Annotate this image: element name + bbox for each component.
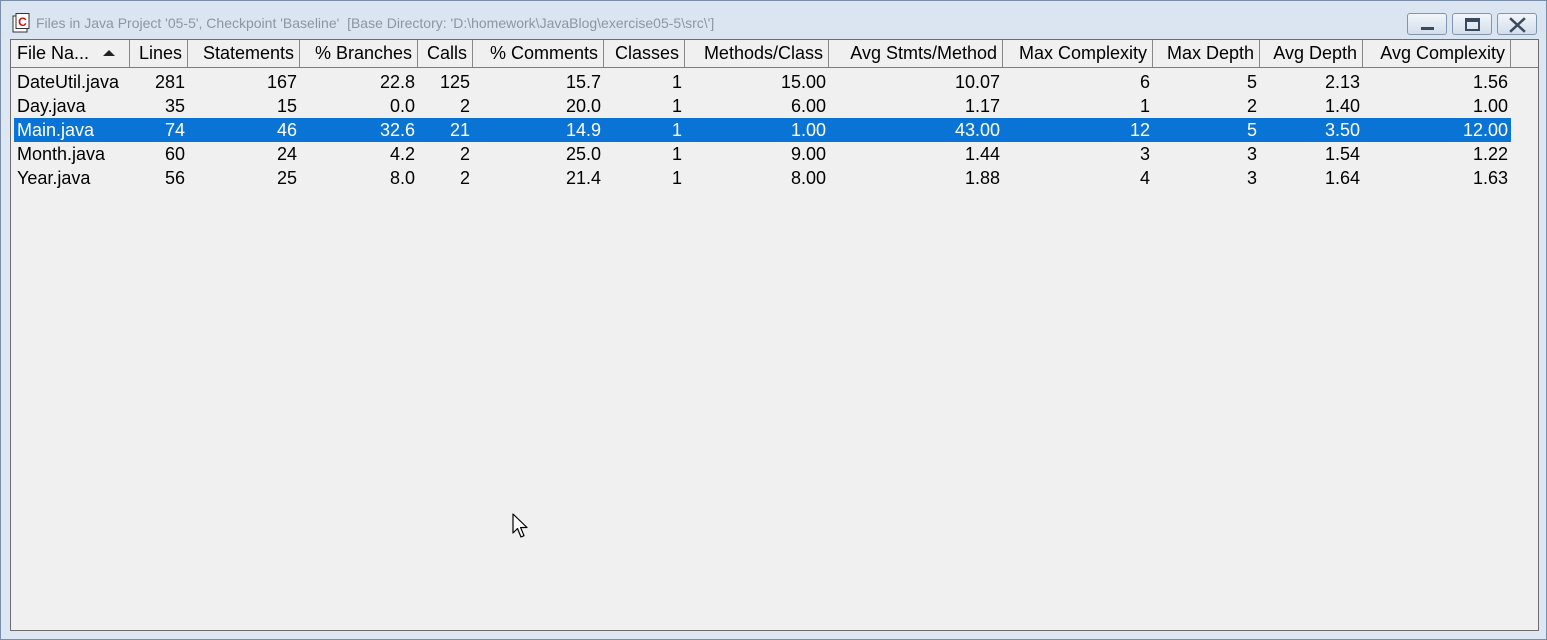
app-c-icon: C (12, 13, 30, 33)
cell-max-depth: 5 (1246, 72, 1257, 92)
column-header-branches[interactable]: % Branches (300, 40, 418, 67)
column-header-avg-complexity[interactable]: Avg Complexity (1363, 40, 1511, 67)
cell-calls: 2 (459, 144, 470, 164)
cell-avg-stmts-per-method: 1.88 (964, 168, 1000, 188)
cell-avg-depth: 2.13 (1324, 72, 1360, 92)
cell-max-complexity: 6 (1139, 72, 1150, 92)
cell-classes: 1 (671, 144, 682, 164)
cell-methods-per-class: 6.00 (790, 96, 826, 116)
cell-avg-complexity: 1.56 (1472, 72, 1508, 92)
cell-comments: 20.0 (565, 96, 601, 116)
cell-max-depth: 3 (1246, 144, 1257, 164)
cell-branches: 0.0 (389, 96, 415, 116)
cell-classes: 1 (671, 72, 682, 92)
cell-comments: 14.9 (565, 120, 601, 140)
cell-comments: 25.0 (565, 144, 601, 164)
file-metrics-table: File Na... Lines Statements % Branches C… (10, 39, 1539, 631)
column-header-avg-stmts-per-method[interactable]: Avg Stmts/Method (829, 40, 1003, 67)
cell-classes: 1 (671, 168, 682, 188)
table-row[interactable]: Year.java 56 25 8.0 2 21.4 1 8.00 1.88 4… (14, 166, 1511, 190)
column-header-methods-per-class[interactable]: Methods/Class (685, 40, 829, 67)
table-header: File Na... Lines Statements % Branches C… (11, 40, 1538, 68)
column-header-max-complexity[interactable]: Max Complexity (1003, 40, 1153, 67)
close-icon (1509, 17, 1526, 33)
column-header-classes[interactable]: Classes (604, 40, 685, 67)
cell-avg-depth: 1.64 (1324, 168, 1360, 188)
cell-avg-complexity: 1.22 (1472, 144, 1508, 164)
cell-avg-depth: 3.50 (1324, 120, 1360, 140)
table-row[interactable]: Day.java 35 15 0.0 2 20.0 1 6.00 1.17 1 … (14, 94, 1511, 118)
column-header-file-name[interactable]: File Na... (11, 40, 130, 67)
cell-avg-complexity: 12.00 (1462, 120, 1508, 140)
cell-methods-per-class: 1.00 (790, 120, 826, 140)
column-header-avg-depth[interactable]: Avg Depth (1260, 40, 1363, 67)
cell-lines: 35 (164, 96, 185, 116)
cell-max-complexity: 4 (1139, 168, 1150, 188)
column-header-calls[interactable]: Calls (418, 40, 473, 67)
cell-branches: 22.8 (379, 72, 415, 92)
minimize-button[interactable] (1407, 13, 1447, 35)
cell-file-name: Main.java (17, 120, 95, 140)
maximize-button[interactable] (1452, 13, 1492, 35)
maximize-icon (1465, 18, 1480, 31)
mouse-cursor-icon (512, 513, 528, 538)
cell-avg-stmts-per-method: 43.00 (954, 120, 1000, 140)
svg-text:C: C (18, 15, 27, 29)
cell-calls: 125 (439, 72, 470, 92)
cell-branches: 8.0 (389, 168, 415, 188)
cell-methods-per-class: 9.00 (790, 144, 826, 164)
cell-statements: 15 (276, 96, 297, 116)
cell-branches: 32.6 (379, 120, 415, 140)
cell-avg-complexity: 1.63 (1472, 168, 1508, 188)
cell-avg-stmts-per-method: 1.44 (964, 144, 1000, 164)
cell-avg-stmts-per-method: 10.07 (954, 72, 1000, 92)
cell-file-name: Day.java (17, 96, 86, 116)
cell-lines: 74 (164, 120, 185, 140)
cell-max-depth: 3 (1246, 168, 1257, 188)
cell-classes: 1 (671, 120, 682, 140)
cell-comments: 15.7 (565, 72, 601, 92)
window-title: Files in Java Project '05-5', Checkpoint… (36, 15, 715, 31)
cell-avg-depth: 1.54 (1324, 144, 1360, 164)
cell-methods-per-class: 15.00 (780, 72, 826, 92)
column-header-statements[interactable]: Statements (188, 40, 300, 67)
cell-avg-depth: 1.40 (1324, 96, 1360, 116)
cell-file-name: Year.java (17, 168, 91, 188)
cell-comments: 21.4 (565, 168, 601, 188)
table-row-selected[interactable]: Main.java 74 46 32.6 21 14.9 1 1.00 43.0… (14, 118, 1511, 142)
cell-statements: 25 (276, 168, 297, 188)
cell-classes: 1 (671, 96, 682, 116)
cell-lines: 56 (164, 168, 185, 188)
cell-file-name: Month.java (17, 144, 106, 164)
cell-lines: 281 (154, 72, 185, 92)
cell-max-complexity: 12 (1129, 120, 1150, 140)
cell-max-depth: 5 (1246, 120, 1257, 140)
cell-methods-per-class: 8.00 (790, 168, 826, 188)
title-bar[interactable]: C Files in Java Project '05-5', Checkpoi… (1, 1, 1546, 39)
close-button[interactable] (1497, 13, 1537, 35)
cell-statements: 24 (276, 144, 297, 164)
cell-statements: 46 (276, 120, 297, 140)
cell-calls: 2 (459, 168, 470, 188)
cell-avg-complexity: 1.00 (1472, 96, 1508, 116)
column-header-comments[interactable]: % Comments (473, 40, 604, 67)
cell-avg-stmts-per-method: 1.17 (964, 96, 1000, 116)
cell-statements: 167 (266, 72, 297, 92)
cell-lines: 60 (164, 144, 185, 164)
cell-max-complexity: 3 (1139, 144, 1150, 164)
cell-max-depth: 2 (1246, 96, 1257, 116)
files-window: C Files in Java Project '05-5', Checkpoi… (0, 0, 1547, 640)
cell-branches: 4.2 (389, 144, 415, 164)
cell-file-name: DateUtil.java (17, 72, 120, 92)
sort-ascending-icon (103, 50, 115, 56)
minimize-icon (1421, 27, 1434, 30)
cell-calls: 2 (459, 96, 470, 116)
column-header-lines[interactable]: Lines (130, 40, 188, 67)
column-header-max-depth[interactable]: Max Depth (1153, 40, 1260, 67)
table-row[interactable]: Month.java 60 24 4.2 2 25.0 1 9.00 1.44 … (14, 142, 1511, 166)
table-row[interactable]: DateUtil.java 281 167 22.8 125 15.7 1 15… (14, 70, 1511, 94)
cell-calls: 21 (449, 120, 470, 140)
cell-max-complexity: 1 (1139, 96, 1150, 116)
